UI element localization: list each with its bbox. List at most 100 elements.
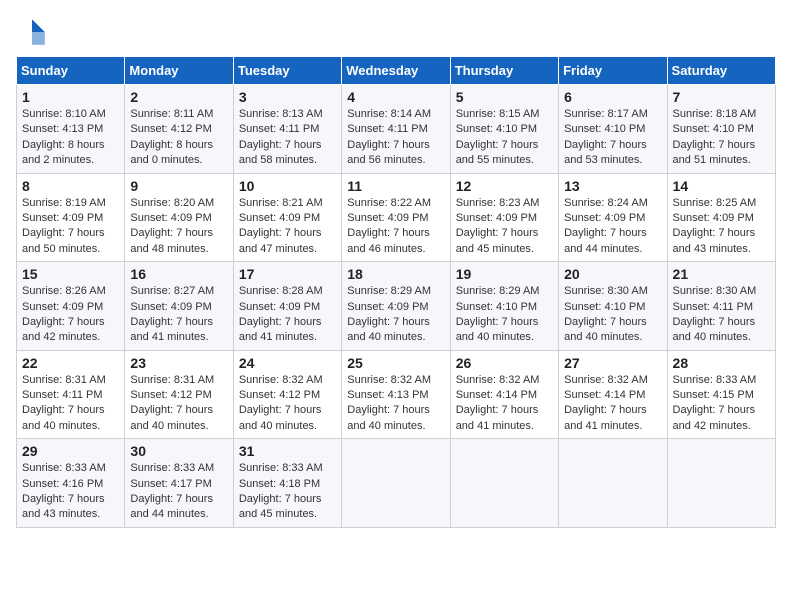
cell-info: Sunrise: 8:33 AMSunset: 4:17 PMDaylight:… [130, 461, 227, 523]
cell-info: Sunrise: 8:24 AMSunset: 4:09 PMDaylight:… [564, 196, 661, 258]
cell-info: Sunrise: 8:33 AMSunset: 4:15 PMDaylight:… [673, 373, 770, 435]
day-cell: 13Sunrise: 8:24 AMSunset: 4:09 PMDayligh… [559, 173, 667, 262]
week-row-5: 29 Sunrise: 8:33 AMSunset: 4:16 PMDayligh… [17, 439, 776, 528]
day-cell: 11Sunrise: 8:22 AMSunset: 4:09 PMDayligh… [342, 173, 450, 262]
cell-info: Sunrise: 8:29 AMSunset: 4:09 PMDaylight:… [347, 284, 444, 346]
cell-info: Sunrise: 8:33 AMSunset: 4:18 PMDaylight:… [239, 461, 336, 523]
day-cell: 3 Sunrise: 8:13 AMSunset: 4:11 PMDaylight… [233, 85, 341, 174]
cell-info: Sunrise: 8:13 AMSunset: 4:11 PMDaylight:… [239, 107, 336, 169]
day-cell: 1 Sunrise: 8:10 AMSunset: 4:13 PMDaylight… [17, 85, 125, 174]
cell-info: Sunrise: 8:32 AMSunset: 4:13 PMDaylight:… [347, 373, 444, 435]
day-number: 16 [130, 266, 227, 282]
calendar-body: 1 Sunrise: 8:10 AMSunset: 4:13 PMDaylight… [17, 85, 776, 528]
cell-info: Sunrise: 8:31 AMSunset: 4:12 PMDaylight:… [130, 373, 227, 435]
day-number: 27 [564, 355, 661, 371]
cell-info: Sunrise: 8:31 AMSunset: 4:11 PMDaylight:… [22, 373, 119, 435]
day-cell: 12 Sunrise: 8:23 AMSunset: 4:09 PMDayligh… [450, 173, 558, 262]
day-cell: 29 Sunrise: 8:33 AMSunset: 4:16 PMDayligh… [17, 439, 125, 528]
cell-info: Sunrise: 8:10 AMSunset: 4:13 PMDaylight:… [22, 107, 119, 169]
header-cell-tuesday: Tuesday [233, 57, 341, 85]
day-number: 10 [239, 178, 336, 194]
day-number: 5 [456, 89, 553, 105]
day-cell: 9Sunrise: 8:20 AMSunset: 4:09 PMDaylight… [125, 173, 233, 262]
day-cell: 30 Sunrise: 8:33 AMSunset: 4:17 PMDayligh… [125, 439, 233, 528]
day-cell: 17Sunrise: 8:28 AMSunset: 4:09 PMDayligh… [233, 262, 341, 351]
day-number: 6 [564, 89, 661, 105]
day-number: 26 [456, 355, 553, 371]
day-number: 19 [456, 266, 553, 282]
cell-info: Sunrise: 8:29 AMSunset: 4:10 PMDaylight:… [456, 284, 553, 346]
day-cell: 2Sunrise: 8:11 AMSunset: 4:12 PMDaylight… [125, 85, 233, 174]
cell-info: Sunrise: 8:32 AMSunset: 4:12 PMDaylight:… [239, 373, 336, 435]
week-row-3: 15 Sunrise: 8:26 AMSunset: 4:09 PMDayligh… [17, 262, 776, 351]
header-cell-friday: Friday [559, 57, 667, 85]
header-cell-thursday: Thursday [450, 57, 558, 85]
cell-info: Sunrise: 8:19 AMSunset: 4:09 PMDaylight:… [22, 196, 119, 258]
cell-info: Sunrise: 8:32 AMSunset: 4:14 PMDaylight:… [564, 373, 661, 435]
logo [16, 16, 52, 48]
day-cell: 18Sunrise: 8:29 AMSunset: 4:09 PMDayligh… [342, 262, 450, 351]
day-number: 24 [239, 355, 336, 371]
cell-info: Sunrise: 8:30 AMSunset: 4:10 PMDaylight:… [564, 284, 661, 346]
cell-info: Sunrise: 8:30 AMSunset: 4:11 PMDaylight:… [673, 284, 770, 346]
day-cell: 22 Sunrise: 8:31 AMSunset: 4:11 PMDayligh… [17, 350, 125, 439]
header-cell-sunday: Sunday [17, 57, 125, 85]
page-header [16, 16, 776, 48]
cell-info: Sunrise: 8:17 AMSunset: 4:10 PMDaylight:… [564, 107, 661, 169]
calendar-header: SundayMondayTuesdayWednesdayThursdayFrid… [17, 57, 776, 85]
cell-info: Sunrise: 8:27 AMSunset: 4:09 PMDaylight:… [130, 284, 227, 346]
header-cell-saturday: Saturday [667, 57, 775, 85]
day-number: 4 [347, 89, 444, 105]
week-row-4: 22 Sunrise: 8:31 AMSunset: 4:11 PMDayligh… [17, 350, 776, 439]
day-number: 22 [22, 355, 119, 371]
week-row-2: 8 Sunrise: 8:19 AMSunset: 4:09 PMDaylight… [17, 173, 776, 262]
day-cell: 20 Sunrise: 8:30 AMSunset: 4:10 PMDayligh… [559, 262, 667, 351]
day-number: 21 [673, 266, 770, 282]
cell-info: Sunrise: 8:20 AMSunset: 4:09 PMDaylight:… [130, 196, 227, 258]
day-cell [342, 439, 450, 528]
day-number: 25 [347, 355, 444, 371]
day-number: 31 [239, 443, 336, 459]
day-cell: 4 Sunrise: 8:14 AMSunset: 4:11 PMDaylight… [342, 85, 450, 174]
cell-info: Sunrise: 8:28 AMSunset: 4:09 PMDaylight:… [239, 284, 336, 346]
day-number: 23 [130, 355, 227, 371]
day-cell: 16 Sunrise: 8:27 AMSunset: 4:09 PMDayligh… [125, 262, 233, 351]
week-row-1: 1 Sunrise: 8:10 AMSunset: 4:13 PMDaylight… [17, 85, 776, 174]
cell-info: Sunrise: 8:18 AMSunset: 4:10 PMDaylight:… [673, 107, 770, 169]
day-cell: 31 Sunrise: 8:33 AMSunset: 4:18 PMDayligh… [233, 439, 341, 528]
calendar-table: SundayMondayTuesdayWednesdayThursdayFrid… [16, 56, 776, 528]
cell-info: Sunrise: 8:32 AMSunset: 4:14 PMDaylight:… [456, 373, 553, 435]
day-number: 30 [130, 443, 227, 459]
day-cell: 14 Sunrise: 8:25 AMSunset: 4:09 PMDayligh… [667, 173, 775, 262]
cell-info: Sunrise: 8:23 AMSunset: 4:09 PMDaylight:… [456, 196, 553, 258]
day-cell: 19 Sunrise: 8:29 AMSunset: 4:10 PMDayligh… [450, 262, 558, 351]
day-cell: 24 Sunrise: 8:32 AMSunset: 4:12 PMDayligh… [233, 350, 341, 439]
day-number: 12 [456, 178, 553, 194]
day-number: 14 [673, 178, 770, 194]
cell-info: Sunrise: 8:21 AMSunset: 4:09 PMDaylight:… [239, 196, 336, 258]
day-number: 7 [673, 89, 770, 105]
cell-info: Sunrise: 8:11 AMSunset: 4:12 PMDaylight:… [130, 107, 227, 169]
day-number: 8 [22, 178, 119, 194]
day-cell: 26 Sunrise: 8:32 AMSunset: 4:14 PMDayligh… [450, 350, 558, 439]
day-cell: 8 Sunrise: 8:19 AMSunset: 4:09 PMDaylight… [17, 173, 125, 262]
day-cell: 21 Sunrise: 8:30 AMSunset: 4:11 PMDayligh… [667, 262, 775, 351]
day-cell [559, 439, 667, 528]
day-cell: 7 Sunrise: 8:18 AMSunset: 4:10 PMDaylight… [667, 85, 775, 174]
day-cell: 23 Sunrise: 8:31 AMSunset: 4:12 PMDayligh… [125, 350, 233, 439]
day-number: 1 [22, 89, 119, 105]
day-cell: 6 Sunrise: 8:17 AMSunset: 4:10 PMDaylight… [559, 85, 667, 174]
cell-info: Sunrise: 8:15 AMSunset: 4:10 PMDaylight:… [456, 107, 553, 169]
day-number: 15 [22, 266, 119, 282]
cell-info: Sunrise: 8:33 AMSunset: 4:16 PMDaylight:… [22, 461, 119, 523]
day-number: 3 [239, 89, 336, 105]
day-cell [667, 439, 775, 528]
day-number: 29 [22, 443, 119, 459]
cell-info: Sunrise: 8:14 AMSunset: 4:11 PMDaylight:… [347, 107, 444, 169]
cell-info: Sunrise: 8:25 AMSunset: 4:09 PMDaylight:… [673, 196, 770, 258]
logo-icon [16, 16, 48, 48]
day-cell: 27 Sunrise: 8:32 AMSunset: 4:14 PMDayligh… [559, 350, 667, 439]
cell-info: Sunrise: 8:26 AMSunset: 4:09 PMDaylight:… [22, 284, 119, 346]
day-number: 20 [564, 266, 661, 282]
day-cell: 25 Sunrise: 8:32 AMSunset: 4:13 PMDayligh… [342, 350, 450, 439]
